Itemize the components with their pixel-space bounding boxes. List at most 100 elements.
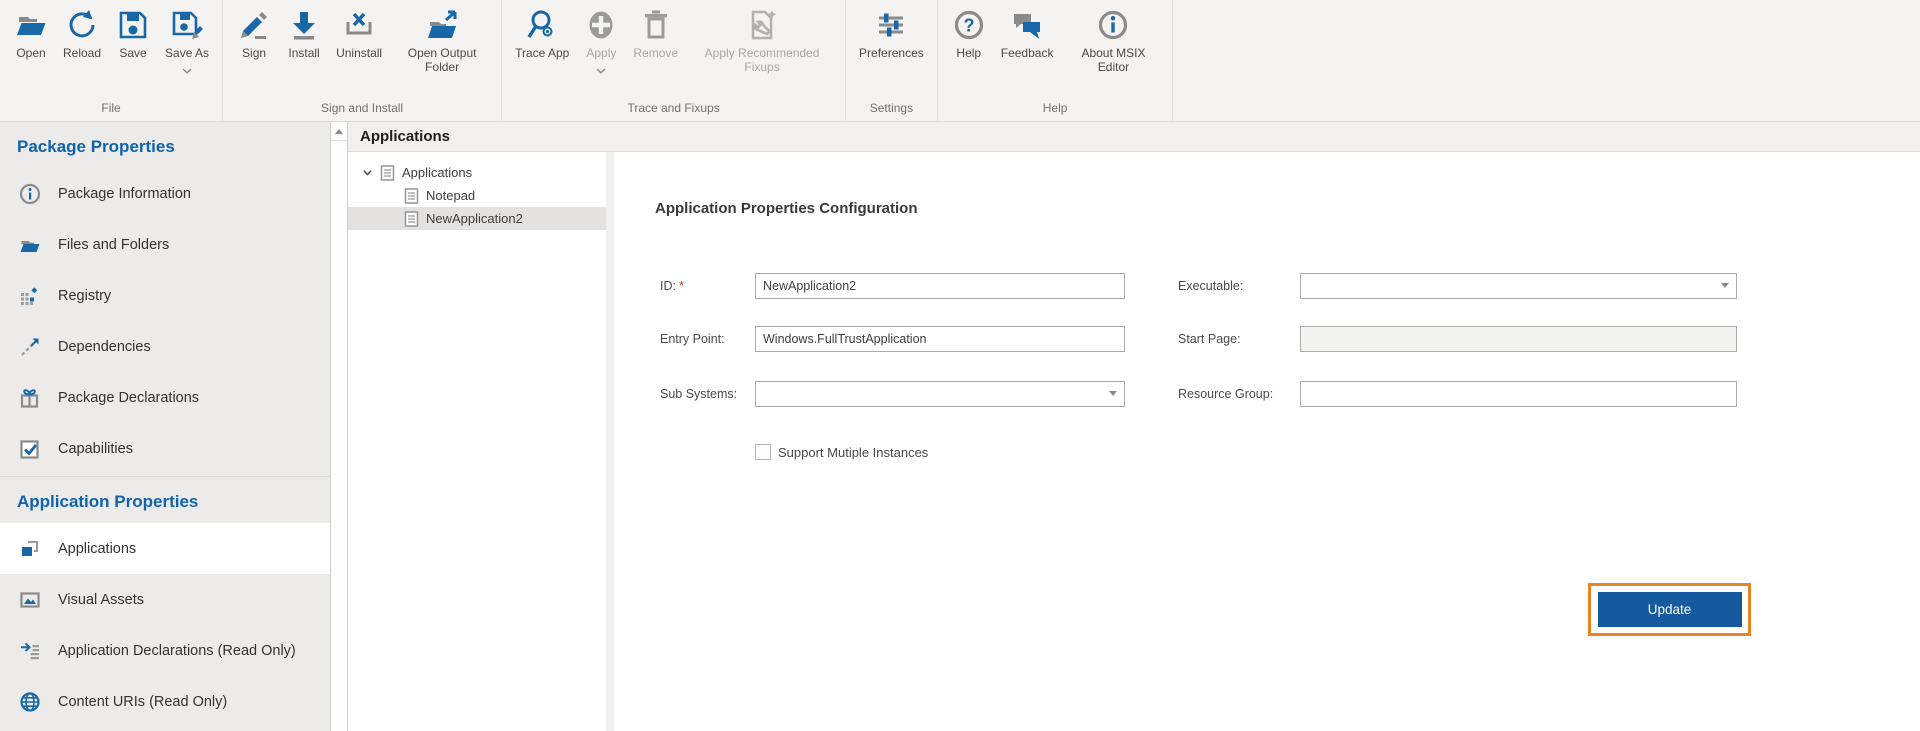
- sidebar-item-package-declarations[interactable]: Package Declarations: [0, 372, 330, 423]
- ribbon-button-sign[interactable]: Sign: [229, 4, 279, 60]
- svg-text:?: ?: [963, 16, 974, 36]
- scroll-up-button[interactable]: [331, 122, 347, 141]
- ribbon-button-label: Open Output Folder: [396, 46, 488, 74]
- tree-node-newapplication2[interactable]: NewApplication2: [348, 207, 606, 230]
- globe-icon: [18, 690, 42, 714]
- sub-systems-combobox[interactable]: [755, 381, 1125, 407]
- ribbon-button-apply: Apply: [576, 4, 626, 68]
- ribbon-toolbar: OpenReloadSaveSave AsFileSignInstallUnin…: [0, 0, 1920, 122]
- sub-systems-input[interactable]: [755, 381, 1125, 407]
- sidebar-item-registry[interactable]: Registry: [0, 270, 330, 321]
- ribbon-button-label: Apply Recommended Fixups: [692, 46, 832, 74]
- ribbon-button-save-as[interactable]: Save As: [158, 4, 216, 68]
- folder-icon: [18, 233, 42, 257]
- sidebar-item-label: Application Declarations (Read Only): [58, 643, 296, 659]
- highlight-annotation: Update: [1588, 583, 1751, 636]
- form-title: Application Properties Configuration: [655, 200, 918, 217]
- ribbon-button-label: Save As: [165, 46, 209, 60]
- preferences-sliders-icon: [873, 7, 909, 43]
- save-icon: [115, 7, 151, 43]
- sub-systems-label: Sub Systems:: [660, 381, 737, 407]
- ribbon-button-feedback[interactable]: Feedback: [994, 4, 1061, 60]
- sidebar: Package Properties Package Information Fil…: [0, 122, 330, 731]
- sidebar-scrollbar[interactable]: [330, 122, 348, 731]
- scroll-up-icon: [335, 129, 343, 134]
- document-icon: [404, 211, 419, 227]
- ribbon-button-install[interactable]: Install: [279, 4, 329, 60]
- ribbon-buttons: Trace App Apply Remove Apply Recommended Fi…: [508, 4, 839, 74]
- ribbon-button-label: Trace App: [515, 46, 569, 60]
- sidebar-section-title-package-properties: Package Properties: [0, 122, 330, 168]
- trace-app-icon: [524, 7, 560, 43]
- resource-group-input[interactable]: [1300, 381, 1737, 407]
- tree-node-applications[interactable]: Applications: [348, 161, 606, 184]
- ribbon-button-reload[interactable]: Reload: [56, 4, 108, 60]
- registry-icon: [18, 284, 42, 308]
- sidebar-item-label: Capabilities: [58, 441, 133, 457]
- ribbon-button-open[interactable]: Open: [6, 4, 56, 60]
- dependencies-arrow-icon: [18, 335, 42, 359]
- info-circle-icon: [18, 182, 42, 206]
- ribbon-button-uninstall[interactable]: Uninstall: [329, 4, 389, 60]
- sidebar-item-content-uris-read-only[interactable]: Content URIs (Read Only): [0, 676, 330, 727]
- document-icon: [380, 165, 395, 181]
- ribbon-button-trace-app[interactable]: Trace App: [508, 4, 576, 60]
- ribbon-button-remove: Remove: [626, 4, 685, 60]
- ribbon-button-save[interactable]: Save: [108, 4, 158, 60]
- executable-label: Executable:: [1178, 273, 1243, 299]
- sidebar-item-label: Package Information: [58, 186, 191, 202]
- sidebar-item-label: Visual Assets: [58, 592, 144, 608]
- chevron-down-icon[interactable]: [360, 166, 374, 180]
- sidebar-item-files-and-folders[interactable]: Files and Folders: [0, 219, 330, 270]
- tree-node-notepad[interactable]: Notepad: [348, 184, 606, 207]
- sidebar-item-package-information[interactable]: Package Information: [0, 168, 330, 219]
- main-panel: Applications Applications Notepad NewAppli…: [348, 122, 1920, 731]
- ribbon-button-label: Remove: [633, 46, 678, 60]
- sidebar-item-applications[interactable]: Applications: [0, 523, 330, 574]
- content-row: Package Properties Package Information Fil…: [0, 122, 1920, 731]
- ribbon-button-about-msix-editor[interactable]: About MSIX Editor: [1060, 4, 1166, 74]
- ribbon-button-label: About MSIX Editor: [1067, 46, 1159, 74]
- ribbon-buttons: Open ReloadSave Save As: [6, 4, 216, 68]
- ribbon-button-preferences[interactable]: Preferences: [852, 4, 931, 60]
- ribbon-group-label: Settings: [852, 98, 931, 119]
- ribbon-group-label: Help: [944, 98, 1167, 119]
- ribbon-button-label: Feedback: [1001, 46, 1054, 60]
- ribbon-button-label: Install: [288, 46, 319, 60]
- update-button[interactable]: Update: [1598, 592, 1742, 627]
- image-icon: [18, 588, 42, 612]
- executable-input[interactable]: [1300, 273, 1737, 299]
- sidebar-item-dependencies[interactable]: Dependencies: [0, 321, 330, 372]
- id-input[interactable]: [755, 273, 1125, 299]
- install-arrow-icon: [286, 7, 322, 43]
- support-multiple-instances-checkbox[interactable]: [755, 444, 771, 460]
- chevron-down-icon: [182, 61, 192, 68]
- panel-title: Applications: [360, 128, 450, 145]
- panel-header: Applications: [348, 122, 1920, 152]
- id-field-wrap: [755, 273, 1125, 299]
- tree-node-label: NewApplication2: [426, 211, 523, 226]
- apply-plus-icon: [583, 7, 619, 43]
- feedback-bubbles-icon: [1009, 7, 1045, 43]
- tree-node-label: Applications: [402, 165, 472, 180]
- ribbon-button-help[interactable]: ?Help: [944, 4, 994, 60]
- ribbon-group-label: Trace and Fixups: [508, 98, 839, 119]
- entry-point-input[interactable]: [755, 326, 1125, 352]
- document-icon: [404, 188, 419, 204]
- save-as-icon: [169, 7, 205, 43]
- ribbon-button-label: Uninstall: [336, 46, 382, 60]
- support-multiple-instances-label: Support Mutiple Instances: [778, 445, 928, 460]
- sidebar-item-visual-assets[interactable]: Visual Assets: [0, 574, 330, 625]
- ribbon-button-open-output-folder[interactable]: Open Output Folder: [389, 4, 495, 74]
- sidebar-item-label: Package Declarations: [58, 390, 199, 406]
- sidebar-item-application-declarations-read-only[interactable]: Application Declarations (Read Only): [0, 625, 330, 676]
- list-arrow-icon: [18, 639, 42, 663]
- help-question-icon: ?: [951, 7, 987, 43]
- reload-icon: [64, 7, 100, 43]
- ribbon-group-sign-and-install: SignInstallUninstallOpen Output FolderSi…: [223, 0, 502, 121]
- sidebar-item-capabilities[interactable]: Capabilities: [0, 423, 330, 474]
- executable-combobox[interactable]: [1300, 273, 1737, 299]
- ribbon-button-label: Open: [16, 46, 45, 60]
- app-windows-icon: [18, 537, 42, 561]
- sidebar-item-label: Dependencies: [58, 339, 151, 355]
